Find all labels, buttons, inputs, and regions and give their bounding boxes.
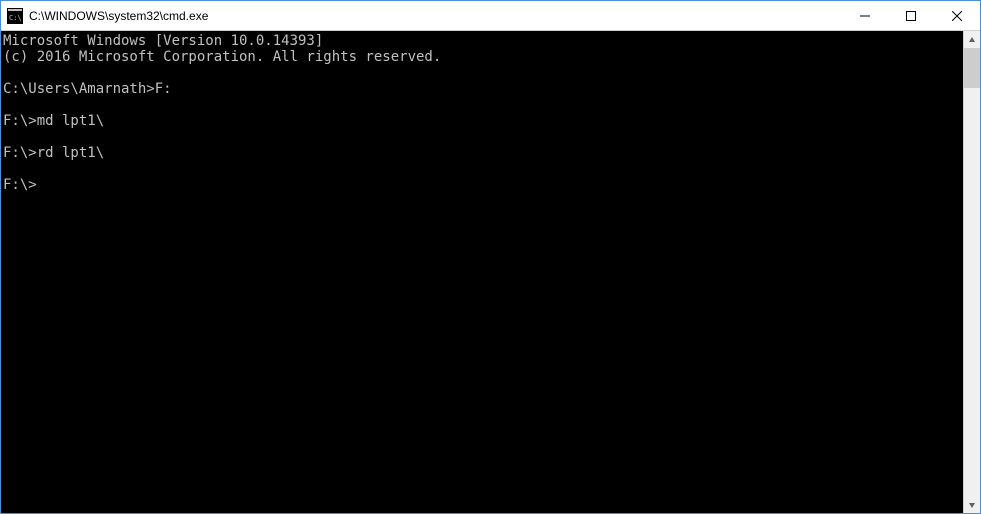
console-line — [3, 129, 961, 145]
window-title: C:\WINDOWS\system32\cmd.exe — [29, 9, 842, 23]
cmd-window: C:\ C:\WINDOWS\system32\cmd.exe Microsof… — [0, 0, 981, 514]
titlebar[interactable]: C:\ C:\WINDOWS\system32\cmd.exe — [1, 1, 980, 31]
console-line: F:\> — [3, 177, 961, 193]
client-area: Microsoft Windows [Version 10.0.14393](c… — [1, 31, 980, 513]
scroll-up-button[interactable] — [964, 31, 980, 48]
maximize-button[interactable] — [888, 1, 934, 30]
scroll-track[interactable] — [964, 48, 980, 496]
console-line — [3, 161, 961, 177]
minimize-button[interactable] — [842, 1, 888, 30]
console-line: Microsoft Windows [Version 10.0.14393] — [3, 33, 961, 49]
console-line: (c) 2016 Microsoft Corporation. All righ… — [3, 49, 961, 65]
console-output[interactable]: Microsoft Windows [Version 10.0.14393](c… — [1, 31, 963, 513]
window-controls — [842, 1, 980, 30]
scroll-thumb[interactable] — [964, 48, 980, 88]
vertical-scrollbar[interactable] — [963, 31, 980, 513]
console-line: F:\>md lpt1\ — [3, 113, 961, 129]
svg-text:C:\: C:\ — [9, 14, 22, 22]
scroll-down-button[interactable] — [964, 496, 980, 513]
close-button[interactable] — [934, 1, 980, 30]
cmd-icon: C:\ — [7, 8, 23, 24]
console-line — [3, 97, 961, 113]
console-line: F:\>rd lpt1\ — [3, 145, 961, 161]
console-line — [3, 65, 961, 81]
console-line: C:\Users\Amarnath>F: — [3, 81, 961, 97]
